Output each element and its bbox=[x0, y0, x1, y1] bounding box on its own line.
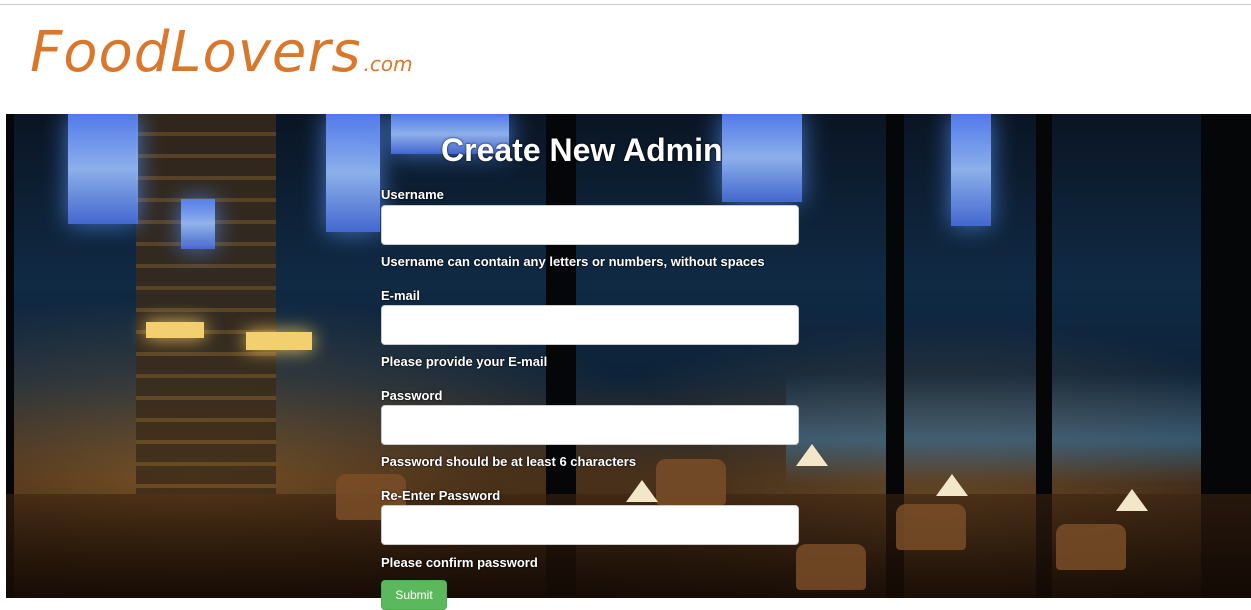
pendant-lamp bbox=[68, 114, 138, 224]
reenter-password-help: Please confirm password bbox=[381, 555, 538, 570]
email-help: Please provide your E-mail bbox=[381, 354, 548, 369]
username-input[interactable] bbox=[381, 205, 799, 245]
pendant-lamp bbox=[951, 114, 991, 226]
site-logo[interactable]: FoodLovers .com bbox=[30, 20, 413, 90]
password-help: Password should be at least 6 characters bbox=[381, 454, 637, 469]
city-lights bbox=[786, 374, 1246, 484]
logo-suffix: .com bbox=[363, 52, 413, 76]
chair bbox=[1056, 524, 1126, 570]
chair bbox=[896, 504, 966, 550]
napkin bbox=[1116, 489, 1148, 511]
pendant-lamp bbox=[181, 199, 215, 249]
email-input[interactable] bbox=[381, 305, 799, 345]
reenter-password-label: Re-Enter Password bbox=[381, 488, 501, 503]
submit-button[interactable]: Submit bbox=[381, 580, 447, 610]
password-input[interactable] bbox=[381, 405, 799, 445]
form-title: Create New Admin bbox=[441, 132, 723, 168]
table-lamp bbox=[146, 322, 204, 338]
username-help: Username can contain any letters or numb… bbox=[381, 254, 765, 269]
reenter-password-input[interactable] bbox=[381, 505, 799, 545]
top-divider bbox=[0, 4, 1251, 5]
email-label: E-mail bbox=[381, 288, 421, 303]
chair bbox=[796, 544, 866, 590]
napkin bbox=[936, 474, 968, 496]
wine-shelf bbox=[136, 114, 276, 494]
pendant-lamp bbox=[326, 114, 380, 232]
password-label: Password bbox=[381, 388, 443, 403]
table-lamp bbox=[246, 332, 312, 350]
create-admin-form: Create New Admin Username Username can c… bbox=[381, 114, 801, 610]
logo-text: FoodLovers bbox=[30, 20, 362, 85]
username-label: Username bbox=[381, 187, 444, 202]
